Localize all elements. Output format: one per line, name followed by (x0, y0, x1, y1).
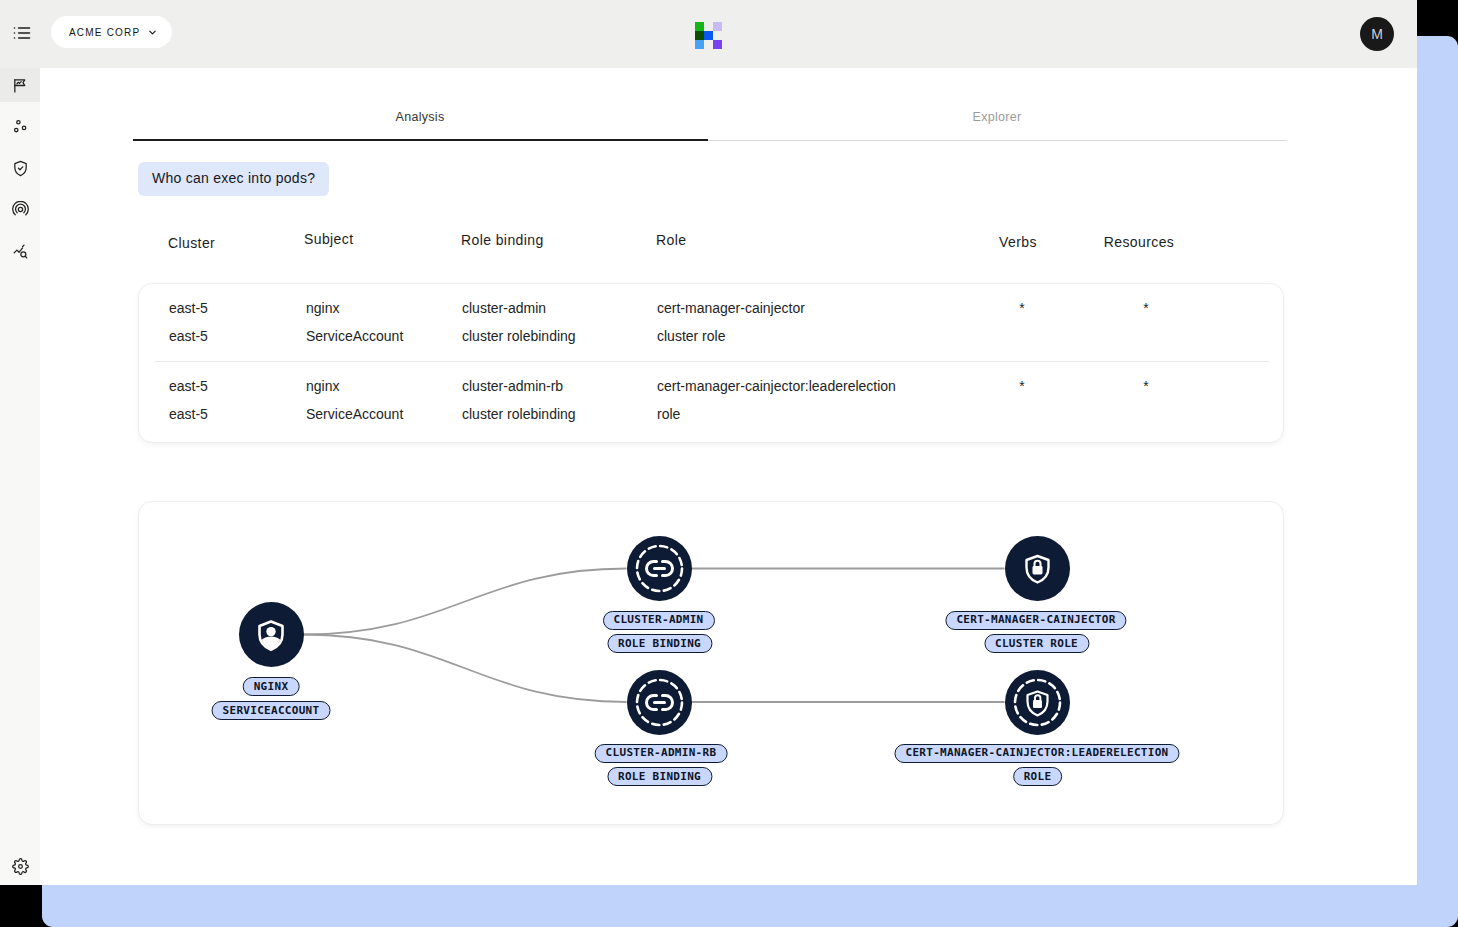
col-verbs: Verbs (999, 232, 1037, 253)
chip-cainjector[interactable]: CERT-MANAGER-CAINJECTOR (945, 611, 1126, 630)
user-menu[interactable]: M (1360, 17, 1394, 51)
node-role2[interactable] (1005, 670, 1070, 735)
query-chip[interactable]: Who can exec into pods? (138, 162, 329, 196)
chip-role-binding-1[interactable]: ROLE BINDING (607, 634, 712, 653)
chip-cluster-admin[interactable]: CLUSTER-ADMIN (603, 611, 715, 630)
chip-leaderelection[interactable]: CERT-MANAGER-CAINJECTOR:LEADERELECTION (894, 744, 1179, 763)
tab-explorer[interactable]: Explorer (897, 107, 1097, 127)
node-rb1[interactable] (627, 536, 692, 601)
nav-policies[interactable] (0, 151, 40, 185)
col-subject: Subject (304, 229, 354, 250)
tab-underline-rest (708, 140, 1287, 141)
col-cluster: Cluster (168, 233, 215, 254)
menu-toggle[interactable] (11, 23, 33, 45)
node-role1[interactable] (1005, 536, 1070, 601)
chip-cluster-role[interactable]: CLUSTER ROLE (984, 634, 1089, 653)
app: ACME CORP M (0, 0, 1417, 885)
col-role: Role (656, 230, 686, 251)
org-switcher[interactable]: ACME CORP (51, 16, 172, 48)
chip-role[interactable]: ROLE (1013, 767, 1063, 786)
col-resources: Resources (1104, 232, 1175, 253)
nav-reports[interactable] (0, 234, 40, 268)
chip-serviceaccount[interactable]: SERVICEACCOUNT (212, 701, 331, 720)
nav-scans[interactable] (0, 192, 40, 226)
node-rb2[interactable] (627, 670, 692, 735)
sidebar (0, 68, 40, 885)
top-header: ACME CORP M (0, 0, 1417, 68)
rbac-analysis-page: ACME CORP M (0, 0, 1458, 927)
tab-underline (133, 139, 708, 141)
chip-nginx[interactable]: NGINX (243, 677, 300, 696)
tab-analysis[interactable]: Analysis (320, 107, 520, 127)
node-subject[interactable] (239, 602, 304, 667)
chip-role-binding-2[interactable]: ROLE BINDING (607, 767, 712, 786)
chip-cluster-admin-rb[interactable]: CLUSTER-ADMIN-RB (595, 744, 728, 763)
nav-graph[interactable] (0, 109, 40, 143)
logo (695, 22, 722, 49)
nav-settings[interactable] (0, 849, 40, 883)
nav-analysis[interactable] (0, 68, 40, 102)
results-table: east-5 nginx cluster-admin cert-manager-… (138, 283, 1284, 443)
col-rolebinding: Role binding (461, 230, 544, 251)
